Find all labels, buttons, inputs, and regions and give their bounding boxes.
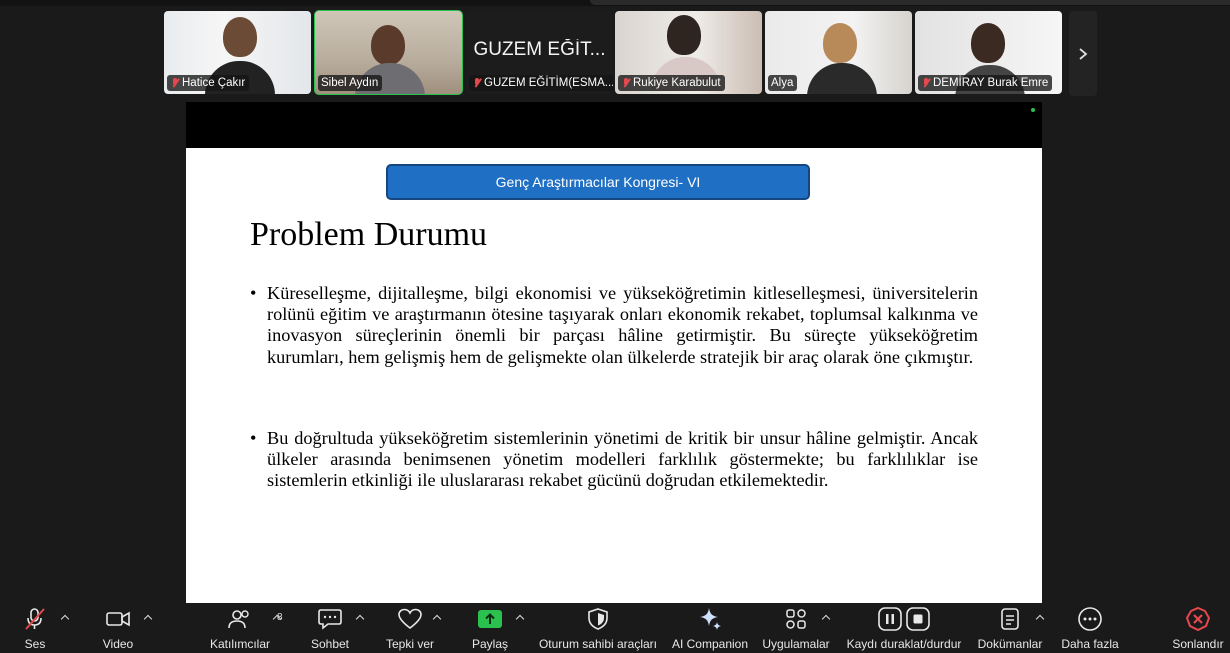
- host-tools-button[interactable]: Oturum sahibi araçları: [538, 603, 658, 653]
- participants-button[interactable]: 8 Katılımcılar: [205, 603, 283, 653]
- more-button[interactable]: Daha fazla: [1058, 603, 1122, 653]
- participant-name: Hatice Çakır: [167, 75, 250, 91]
- bullet-text: Küreselleşme, dijitalleşme, bilgi ekonom…: [267, 283, 978, 367]
- recording-indicator: [1031, 108, 1035, 112]
- video-options-caret[interactable]: [143, 613, 153, 623]
- top-edge-pill: [590, 0, 1230, 5]
- more-icon: [1078, 607, 1102, 631]
- participant-name: DEMİRAY Burak Emre: [918, 75, 1053, 91]
- slide-bullet: • Küreselleşme, dijitalleşme, bilgi ekon…: [250, 283, 978, 368]
- person-silhouette: [371, 25, 405, 65]
- person-silhouette: [971, 23, 1005, 63]
- person-silhouette: [667, 15, 701, 55]
- participant-tile[interactable]: DEMİRAY Burak Emre: [915, 11, 1062, 94]
- reactions-options-caret[interactable]: [432, 613, 442, 623]
- bullet-marker: •: [250, 283, 257, 303]
- chat-icon: [318, 609, 342, 630]
- apps-button[interactable]: Uygulamalar: [760, 603, 832, 653]
- record-label: Kaydı duraklat/durdur: [846, 637, 962, 651]
- shield-icon: [588, 608, 608, 630]
- person-silhouette: [823, 23, 857, 63]
- chat-label: Sohbet: [310, 637, 350, 651]
- ai-companion-label: AI Companion: [671, 637, 749, 651]
- participant-name: GUZEM EĞİTİM(ESMA...: [469, 75, 613, 91]
- chat-options-caret[interactable]: [355, 613, 365, 623]
- sparkle-icon: [700, 608, 721, 630]
- host-tools-label: Oturum sahibi araçları: [538, 637, 658, 651]
- reactions-label: Tepki ver: [385, 637, 435, 651]
- ai-companion-button[interactable]: AI Companion: [670, 603, 750, 653]
- mic-muted-icon: [472, 77, 482, 89]
- gallery-next-button[interactable]: [1069, 11, 1097, 96]
- participants-label: Katılımcılar: [209, 637, 270, 651]
- participant-tile[interactable]: GUZEM EĞİT... GUZEM EĞİTİM(ESMA...: [466, 11, 613, 94]
- end-meeting-button[interactable]: Sonlandır: [1168, 603, 1228, 653]
- participant-tile[interactable]: Hatice Çakır: [164, 11, 311, 94]
- shared-screen-top-bar: [186, 102, 1042, 148]
- participant-name: Alya: [768, 75, 798, 91]
- mic-muted-icon: [921, 77, 931, 89]
- participant-name: Sibel Aydın: [318, 75, 383, 91]
- document-icon: [1001, 608, 1019, 630]
- record-controls: Kaydı duraklat/durdur: [845, 603, 963, 653]
- slide-title: Problem Durumu: [250, 216, 488, 253]
- participant-tile[interactable]: Alya: [765, 11, 912, 94]
- bullet-text: Bu doğrultuda yükseköğretim sistemlerini…: [267, 428, 978, 491]
- participant-tile[interactable]: Rukiye Karabulut: [615, 11, 762, 94]
- video-button[interactable]: Video: [98, 603, 138, 653]
- end-icon: [1185, 606, 1211, 632]
- docs-label: Dokümanlar: [977, 637, 1043, 651]
- shared-slide: Genç Araştırmacılar Kongresi- VI Problem…: [186, 148, 1042, 603]
- participants-icon: [228, 610, 249, 629]
- bullet-marker: •: [250, 428, 257, 448]
- video-icon: [106, 611, 130, 627]
- chat-button[interactable]: Sohbet: [308, 603, 352, 653]
- participant-gallery: Hatice Çakır Sibel Aydın GUZEM EĞİT... G…: [164, 10, 1098, 96]
- audio-button[interactable]: Ses: [18, 603, 52, 653]
- participant-display-name: GUZEM EĞİT...: [473, 39, 606, 60]
- share-label: Paylaş: [471, 637, 509, 651]
- slide-banner: Genç Araştırmacılar Kongresi- VI: [386, 164, 810, 200]
- chevron-right-icon: [1079, 47, 1088, 60]
- docs-button[interactable]: Dokümanlar: [974, 603, 1046, 653]
- window-top-edge: [0, 0, 1230, 6]
- share-arrow-icon: [478, 610, 502, 628]
- video-label: Video: [102, 637, 134, 651]
- participant-tile-active[interactable]: Sibel Aydın: [314, 10, 463, 95]
- audio-label: Ses: [24, 637, 46, 651]
- docs-options-caret[interactable]: [1035, 613, 1045, 623]
- participant-name: Rukiye Karabulut: [618, 75, 725, 91]
- participants-options-caret[interactable]: [272, 613, 282, 623]
- share-button[interactable]: Paylaş: [470, 603, 510, 653]
- stop-icon[interactable]: [906, 607, 930, 631]
- pause-icon[interactable]: [878, 607, 902, 631]
- apps-icon: [786, 609, 806, 629]
- end-label: Sonlandır: [1172, 637, 1224, 651]
- mic-muted-icon: [621, 77, 631, 89]
- heart-icon: [398, 608, 422, 630]
- mic-muted-icon: [170, 77, 180, 89]
- person-silhouette: [223, 17, 257, 57]
- share-options-caret[interactable]: [515, 613, 525, 623]
- apps-label: Uygulamalar: [762, 637, 830, 651]
- more-label: Daha fazla: [1061, 637, 1119, 651]
- apps-options-caret[interactable]: [821, 613, 831, 623]
- slide-bullet: • Bu doğrultuda yükseköğretim sistemleri…: [250, 428, 978, 492]
- mic-off-icon: [25, 608, 45, 630]
- reactions-button[interactable]: Tepki ver: [383, 603, 437, 653]
- audio-options-caret[interactable]: [60, 613, 70, 623]
- meeting-toolbar: Ses Video 8 Katılımcılar Sohbet Tepki ve…: [0, 603, 1230, 653]
